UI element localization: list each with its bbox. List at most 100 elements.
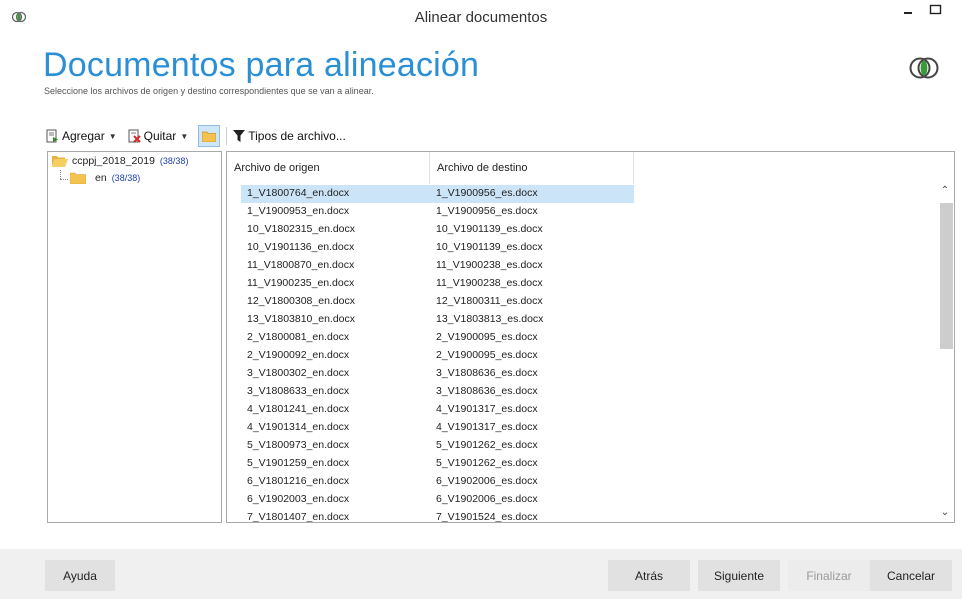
table-row[interactable]: 3_V1800302_en.docx 3_V1808636_es.docx [227,365,937,383]
source-file-cell: 2_V1800081_en.docx [247,331,350,343]
scrollbar-thumb[interactable] [940,203,953,349]
page-subtitle: Seleccione los archivos de origen y dest… [44,86,374,96]
target-file-cell: 4_V1901317_es.docx [436,421,538,433]
folder-icon [202,131,217,142]
cancel-button[interactable]: Cancelar [870,560,952,591]
source-file-cell: 4_V1801241_en.docx [247,403,350,415]
table-row[interactable]: 2_V1900092_en.docx 2_V1900095_es.docx [227,347,937,365]
target-file-cell: 3_V1808636_es.docx [436,385,538,397]
table-row[interactable]: 7_V1801407_en.docx 7_V1901524_es.docx [227,509,937,523]
file-types-button[interactable]: Tipos de archivo... [231,125,348,147]
table-row[interactable]: 3_V1808633_en.docx 3_V1808636_es.docx [227,383,937,401]
table-row[interactable]: 13_V1803810_en.docx 13_V1803813_es.docx [227,311,937,329]
title-bar: Alinear documentos [0,0,962,34]
source-file-cell: 6_V1801216_en.docx [247,475,350,487]
table-row[interactable]: 6_V1902003_en.docx 6_V1902006_es.docx [227,491,937,509]
source-file-cell: 3_V1800302_en.docx [247,367,350,379]
folder-tree[interactable]: ccppj_2018_2019 (38/38) en (38/38) [47,151,222,523]
table-row[interactable]: 5_V1901259_en.docx 5_V1901262_es.docx [227,455,937,473]
target-file-cell: 6_V1902006_es.docx [436,493,538,505]
filter-icon [233,130,246,142]
add-file-icon [46,129,58,143]
table-row[interactable]: 10_V1901136_en.docx 10_V1901139_es.docx [227,239,937,257]
table-row[interactable]: 11_V1900235_en.docx 11_V1900238_es.docx [227,275,937,293]
minimize-button[interactable] [898,2,920,24]
file-pairs-list[interactable]: Archivo de origen Archivo de destino 1_V… [226,151,955,523]
source-file-cell: 13_V1803810_en.docx [247,313,356,325]
target-file-cell: 2_V1900095_es.docx [436,349,538,361]
scroll-up-arrow[interactable]: ⌃ [940,186,950,196]
target-file-cell: 12_V1800311_es.docx [436,295,543,307]
remove-file-icon [128,129,141,143]
tree-node-label: ccppj_2018_2019 [72,155,155,167]
source-file-cell: 5_V1901259_en.docx [247,457,350,469]
table-row[interactable]: 11_V1800870_en.docx 11_V1900238_es.docx [227,257,937,275]
target-file-cell: 5_V1901262_es.docx [436,457,538,469]
target-file-cell: 2_V1900095_es.docx [436,331,538,343]
source-file-cell: 7_V1801407_en.docx [247,511,350,523]
source-file-cell: 11_V1800870_en.docx [247,259,355,271]
help-button[interactable]: Ayuda [45,560,115,591]
target-file-cell: 10_V1901139_es.docx [436,223,543,235]
source-file-cell: 10_V1802315_en.docx [247,223,356,235]
tree-node-root[interactable]: ccppj_2018_2019 (38/38) [52,155,188,167]
table-row[interactable]: 12_V1800308_en.docx 12_V1800311_es.docx [227,293,937,311]
source-file-cell: 5_V1800973_en.docx [247,439,350,451]
source-file-cell: 12_V1800308_en.docx [247,295,356,307]
table-row[interactable]: 5_V1800973_en.docx 5_V1901262_es.docx [227,437,937,455]
folder-toggle-button[interactable] [198,125,221,147]
back-button[interactable]: Atrás [608,560,690,591]
list-rows: 1_V1800764_en.docx 1_V1900956_es.docx 1_V1… [227,185,937,523]
folder-open-icon [52,156,68,167]
target-file-cell: 4_V1901317_es.docx [436,403,538,415]
next-button[interactable]: Siguiente [698,560,780,591]
target-file-cell: 6_V1902006_es.docx [436,475,538,487]
footer-bar: Ayuda Atrás Siguiente Finalizar Cancelar [0,549,962,599]
source-file-cell: 1_V1900953_en.docx [247,205,350,217]
window-title: Alinear documentos [414,9,548,26]
source-file-cell: 1_V1800764_en.docx [247,187,350,199]
table-row[interactable]: 1_V1900953_en.docx 1_V1900956_es.docx [227,203,937,221]
source-file-cell: 4_V1901314_en.docx [247,421,350,433]
brand-logo-icon [909,57,939,79]
column-header-source[interactable]: Archivo de origen [227,152,430,184]
target-file-cell: 3_V1808636_es.docx [436,367,538,379]
target-file-cell: 1_V1900956_es.docx [436,187,538,199]
maximize-button[interactable] [925,2,947,24]
target-file-cell: 11_V1900238_es.docx [436,259,543,271]
source-file-cell: 10_V1901136_en.docx [247,241,355,253]
source-file-cell: 11_V1900235_en.docx [247,277,355,289]
list-header: Archivo de origen Archivo de destino [227,152,954,184]
target-file-cell: 13_V1803813_es.docx [436,313,544,325]
source-file-cell: 3_V1808633_en.docx [247,385,350,397]
tree-connector [60,170,61,179]
target-file-cell: 11_V1900238_es.docx [436,277,543,289]
table-row[interactable]: 10_V1802315_en.docx 10_V1901139_es.docx [227,221,937,239]
scroll-down-arrow[interactable]: ⌄ [940,508,950,518]
tree-node-label: en [95,172,107,184]
remove-button[interactable]: Quitar ▼ [125,125,197,147]
tree-connector [60,179,68,180]
toolbar: Agregar ▼ Quitar ▼ Tipos de archivo... [43,124,949,148]
target-file-cell: 1_V1900956_es.docx [436,205,538,217]
table-row[interactable]: 6_V1801216_en.docx 6_V1902006_es.docx [227,473,937,491]
toolbar-divider [226,127,228,145]
tree-node-count: (38/38) [159,156,189,166]
chevron-down-icon[interactable]: ▼ [109,132,117,141]
table-row[interactable]: 4_V1901314_en.docx 4_V1901317_es.docx [227,419,937,437]
target-file-cell: 7_V1901524_es.docx [436,511,538,523]
tree-node-count: (38/38) [111,173,141,183]
finish-button[interactable]: Finalizar [788,560,870,591]
table-row[interactable]: 2_V1800081_en.docx 2_V1900095_es.docx [227,329,937,347]
chevron-down-icon[interactable]: ▼ [180,132,188,141]
target-file-cell: 10_V1901139_es.docx [436,241,543,253]
target-file-cell: 5_V1901262_es.docx [436,439,538,451]
remove-button-label: Quitar [143,129,177,143]
table-row[interactable]: 4_V1801241_en.docx 4_V1901317_es.docx [227,401,937,419]
column-header-target[interactable]: Archivo de destino [430,152,634,184]
add-button-label: Agregar [62,129,105,143]
tree-node-en[interactable]: en (38/38) [70,172,140,184]
table-row[interactable]: 1_V1800764_en.docx 1_V1900956_es.docx [227,185,937,203]
file-types-label: Tipos de archivo... [248,129,346,143]
add-button[interactable]: Agregar ▼ [43,125,125,147]
